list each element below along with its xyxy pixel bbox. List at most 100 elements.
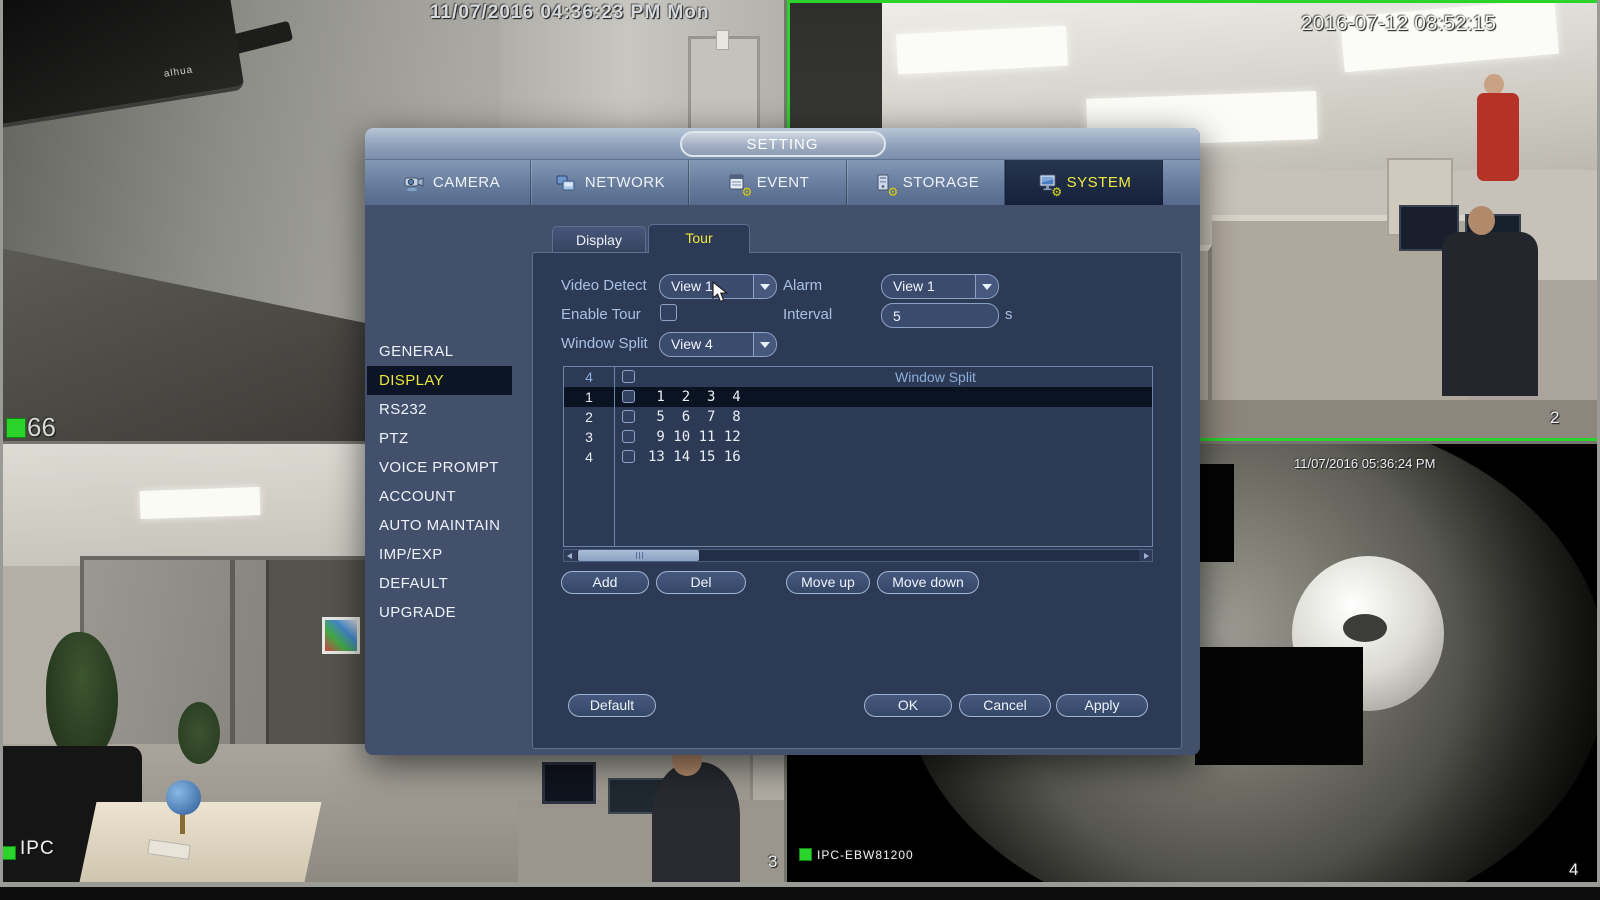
sidebar-item-ptz[interactable]: PTZ	[375, 424, 513, 453]
cam1-title: 66	[27, 412, 56, 441]
header-window-split: Window Split	[614, 367, 1152, 387]
cam2-standing-person-head	[1484, 74, 1504, 95]
row-checkbox[interactable]	[622, 450, 635, 463]
cam1-record-indicator-icon	[6, 418, 26, 438]
cam4-record-indicator-icon	[799, 848, 812, 861]
sidebar-item-imp-exp[interactable]: IMP/EXP	[375, 540, 513, 569]
row-number: 2	[564, 407, 614, 427]
dialog-tab-bar: CAMERA NETWORK ⚙ EVENT ⚙ ST	[365, 160, 1200, 205]
sidebar-item-general[interactable]: GENERAL	[375, 337, 513, 366]
table-row[interactable]: 3 9 10 11 12	[564, 427, 1152, 447]
cam1-timestamp: 11/07/2016 04:36:23 PM Mon	[430, 2, 709, 24]
window-split-value: View 4	[671, 336, 713, 352]
interval-unit: s	[1005, 306, 1013, 323]
sidebar-item-rs232[interactable]: RS232	[375, 395, 513, 424]
cam3-plant	[46, 632, 118, 762]
gear-icon: ⚙	[887, 186, 898, 198]
cam3-desk-monitor	[542, 762, 596, 804]
sidebar-item-default[interactable]: DEFAULT	[375, 569, 513, 598]
row-channels: 9 10 11 12	[648, 427, 741, 447]
sidebar-item-voice-prompt[interactable]: VOICE PROMPT	[375, 453, 513, 482]
scroll-right-icon[interactable]	[1139, 550, 1152, 561]
tab-tour[interactable]: Tour	[648, 224, 750, 253]
chevron-down-icon[interactable]	[753, 333, 776, 356]
cam3-globe-stand	[180, 812, 185, 834]
cam4-timestamp: 11/07/2016 05:36:24 PM	[1294, 456, 1435, 471]
horizontal-scrollbar[interactable]	[563, 549, 1153, 562]
tab-event[interactable]: ⚙ EVENT	[689, 160, 847, 205]
header-count: 4	[564, 367, 614, 387]
camera-icon	[403, 173, 425, 193]
screen-edge	[0, 0, 3, 887]
row-number: 3	[564, 427, 614, 447]
cam3-small-plant	[178, 702, 220, 764]
dialog-header: SETTING	[365, 128, 1200, 160]
tab-system[interactable]: ⚙ SYSTEM	[1005, 160, 1163, 205]
cam1-monitor-logo: alhua	[163, 64, 194, 79]
cam2-seated-person	[1442, 232, 1538, 396]
window-split-label: Window Split	[561, 335, 648, 352]
table-row[interactable]: 1 1 2 3 4	[564, 387, 1152, 407]
apply-button[interactable]: Apply	[1056, 694, 1148, 717]
enable-tour-checkbox[interactable]	[660, 304, 677, 321]
tab-network[interactable]: NETWORK	[531, 160, 689, 205]
chevron-down-icon[interactable]	[975, 275, 998, 298]
video-detect-value: View 1	[671, 278, 713, 294]
tab-display[interactable]: Display	[552, 226, 646, 253]
chevron-down-icon[interactable]	[753, 275, 776, 298]
row-checkbox[interactable]	[622, 410, 635, 423]
cam3-seated-person	[652, 762, 740, 882]
cam3-globe	[166, 780, 201, 815]
tab-event-label: EVENT	[757, 174, 810, 191]
table-row[interactable]: 2 5 6 7 8	[564, 407, 1152, 427]
window-split-select[interactable]: View 4	[659, 332, 777, 357]
scroll-left-icon[interactable]	[564, 550, 577, 561]
gear-icon: ⚙	[741, 186, 752, 198]
row-channels: 13 14 15 16	[648, 447, 741, 467]
cam3-title: IPC	[20, 838, 55, 860]
sidebar-item-account[interactable]: ACCOUNT	[375, 482, 513, 511]
sidebar-item-upgrade[interactable]: UPGRADE	[375, 598, 513, 627]
cam4-channel-number: 4	[1569, 860, 1578, 880]
cancel-button[interactable]: Cancel	[959, 694, 1051, 717]
sidebar-item-display[interactable]: DISPLAY	[367, 366, 512, 395]
interval-input[interactable]	[881, 303, 999, 328]
tab-camera[interactable]: CAMERA	[373, 160, 531, 205]
default-button[interactable]: Default	[568, 694, 656, 717]
move-down-button[interactable]: Move down	[877, 571, 979, 594]
alarm-select[interactable]: View 1	[881, 274, 999, 299]
tab-storage[interactable]: ⚙ STORAGE	[847, 160, 1005, 205]
table-column-divider	[614, 367, 615, 546]
move-up-button[interactable]: Move up	[786, 571, 870, 594]
tour-table: 4 Window Split 1 1 2 3 4 2 5 6 7 8 3	[563, 366, 1153, 547]
add-button[interactable]: Add	[561, 571, 649, 594]
ok-button[interactable]: OK	[864, 694, 952, 717]
del-button[interactable]: Del	[656, 571, 746, 594]
event-icon: ⚙	[727, 173, 749, 193]
setting-dialog: SETTING CAMERA NETWORK ⚙ EVENT	[365, 128, 1200, 755]
table-header-row: 4 Window Split	[564, 367, 1152, 387]
cam1-outlet	[716, 30, 729, 50]
alarm-label: Alarm	[783, 277, 822, 294]
video-detect-select[interactable]: View 1	[659, 274, 777, 299]
row-channels: 5 6 7 8	[648, 407, 741, 427]
cam2-standing-person-red-shirt	[1477, 93, 1519, 181]
gear-icon: ⚙	[1051, 186, 1062, 198]
system-icon: ⚙	[1037, 173, 1059, 193]
cam2-seated-person-head	[1468, 206, 1495, 235]
tour-panel: Video Detect View 1 Alarm View 1 Enable …	[532, 252, 1182, 749]
row-channels: 1 2 3 4	[648, 387, 741, 407]
row-checkbox[interactable]	[622, 390, 635, 403]
sidebar-item-auto-maintain[interactable]: AUTO MAINTAIN	[375, 511, 513, 540]
table-row[interactable]: 4 13 14 15 16	[564, 447, 1152, 467]
video-detect-label: Video Detect	[561, 277, 647, 294]
nvr-screen: alhua 11/07/2016 04:36:23 PM Mon 66 2016…	[0, 0, 1600, 900]
scrollbar-thumb[interactable]	[578, 550, 699, 561]
enable-tour-label: Enable Tour	[561, 306, 641, 323]
row-checkbox[interactable]	[622, 430, 635, 443]
cam3-channel-number: 3	[768, 852, 777, 872]
tab-camera-label: CAMERA	[433, 174, 500, 191]
cam4-title: IPC-EBW81200	[817, 848, 914, 862]
interval-label: Interval	[783, 306, 832, 323]
cam3-coffee-table	[79, 802, 321, 882]
